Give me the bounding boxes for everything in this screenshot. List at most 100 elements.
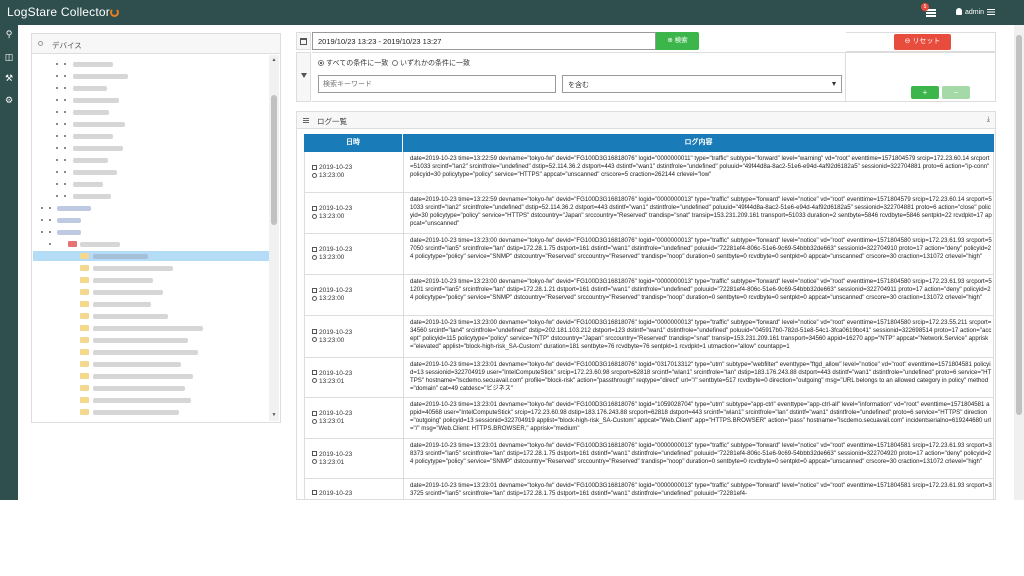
log-list-panel: ログ一覧 ⤓ 日時 ログ内容 2019-10-23 13:23:00 date=… xyxy=(296,111,996,500)
table-row[interactable]: 2019-10-23 13:23:00 date=2019-10-23 time… xyxy=(304,316,994,358)
row-datetime: 2019-10-23 13:23:01 xyxy=(305,358,404,397)
remove-condition-button[interactable]: − xyxy=(942,86,970,99)
tree-node[interactable] xyxy=(33,263,269,273)
tree-node[interactable] xyxy=(33,119,269,129)
tree-node[interactable] xyxy=(33,335,269,345)
tree-node[interactable] xyxy=(33,239,269,249)
row-date: 2019-10-23 xyxy=(319,410,353,417)
row-log-content: date=2019-10-23 time=13:23:01 devname="t… xyxy=(410,482,992,498)
tree-node[interactable] xyxy=(33,371,269,381)
tree-scroll-thumb[interactable] xyxy=(271,95,277,225)
table-row[interactable]: 2019-10-23 13:23:00 date=2019-10-23 time… xyxy=(304,193,994,234)
tree-node[interactable] xyxy=(33,299,269,309)
tree-node-selected[interactable] xyxy=(33,251,269,261)
table-row[interactable]: 2019-10-23 13:23:00 date=2019-10-23 time… xyxy=(304,234,994,275)
date-range-input[interactable]: 2019/10/23 13:23 - 2019/10/23 13:27 xyxy=(312,32,656,50)
table-row[interactable]: 2019-10-23 13:23:00 date=2019-10-23 time… xyxy=(304,152,994,193)
row-date: 2019-10-23 xyxy=(319,287,353,294)
row-date: 2019-10-23 xyxy=(319,450,353,458)
clock-icon xyxy=(312,254,317,260)
page-scrollbar[interactable] xyxy=(1014,25,1024,500)
tree-node[interactable] xyxy=(33,143,269,153)
tree-node[interactable] xyxy=(33,215,269,225)
tree-node[interactable] xyxy=(33,227,269,237)
table-row[interactable]: 2019-10-23 date=2019-10-23 time=13:23:01… xyxy=(304,479,994,499)
row-time: 13:23:00 xyxy=(319,295,345,302)
tree-node[interactable] xyxy=(33,83,269,93)
device-panel: デバイス ▲ ▼ xyxy=(31,33,281,423)
tree-node[interactable] xyxy=(33,191,269,201)
device-icon[interactable]: ◫ xyxy=(3,51,15,63)
scroll-down-icon[interactable]: ▼ xyxy=(271,412,277,418)
row-time: 13:23:00 xyxy=(319,254,345,261)
clock-icon xyxy=(312,459,317,464)
tree-node[interactable] xyxy=(33,359,269,369)
user-menu[interactable]: admin xyxy=(956,8,996,16)
list-icon xyxy=(926,9,936,17)
row-datetime: 2019-10-23 xyxy=(305,479,404,499)
row-time: 13:23:01 xyxy=(319,458,345,466)
row-date: 2019-10-23 xyxy=(319,164,353,171)
tree-node[interactable] xyxy=(33,311,269,321)
tree-node[interactable] xyxy=(33,203,269,213)
device-tree xyxy=(33,55,269,420)
calendar-icon xyxy=(312,287,317,293)
main-content: デバイス ▲ ▼ 2019/10/23 13:23 - 2019/10/23 1… xyxy=(18,25,1014,500)
tree-node[interactable] xyxy=(33,347,269,357)
search-button[interactable]: ⊕ 検索 xyxy=(656,32,699,50)
gears-icon[interactable]: ⚙ xyxy=(3,94,15,106)
funnel-icon xyxy=(301,73,307,78)
column-header-date[interactable]: 日時 xyxy=(304,134,403,152)
scroll-up-icon[interactable]: ▲ xyxy=(271,57,277,63)
tree-node[interactable] xyxy=(33,179,269,189)
row-time: 13:23:00 xyxy=(319,336,345,344)
match-all-radio[interactable]: すべての条件に一致 xyxy=(318,58,388,68)
keyword-input[interactable] xyxy=(318,75,556,93)
add-condition-button[interactable]: + xyxy=(911,86,939,99)
table-row[interactable]: 2019-10-23 13:23:01 date=2019-10-23 time… xyxy=(304,358,994,398)
calendar-icon xyxy=(312,370,317,375)
table-row[interactable]: 2019-10-23 13:23:00 date=2019-10-23 time… xyxy=(304,275,994,316)
clock-icon xyxy=(312,418,317,424)
calendar-icon xyxy=(312,451,317,456)
row-log-content: date=2019-10-23 time=13:23:00 devname="t… xyxy=(410,278,992,302)
operator-select[interactable]: を含む xyxy=(562,75,842,93)
calendar-icon xyxy=(300,38,307,45)
search-button-label: 検索 xyxy=(674,37,688,44)
column-header-log[interactable]: ログ内容 xyxy=(403,134,994,152)
tree-node[interactable] xyxy=(33,95,269,105)
tree-node[interactable] xyxy=(33,383,269,393)
top-bar: LogStare Collector 5 admin xyxy=(0,0,1024,25)
tree-node[interactable] xyxy=(33,275,269,285)
download-icon[interactable]: ⤓ xyxy=(987,116,990,124)
tree-node[interactable] xyxy=(33,131,269,141)
table-row[interactable]: 2019-10-23 13:23:01 date=2019-10-23 time… xyxy=(304,439,994,479)
search-icon[interactable]: ⚲ xyxy=(3,28,15,40)
tree-node[interactable] xyxy=(33,107,269,117)
notification-button[interactable]: 5 xyxy=(921,3,938,18)
page-scroll-thumb[interactable] xyxy=(1016,35,1022,415)
reset-button[interactable]: ⊖ リセット xyxy=(894,34,951,50)
tree-node[interactable] xyxy=(33,59,269,69)
tree-node[interactable] xyxy=(33,395,269,405)
log-list-title: ログ一覧 xyxy=(317,117,347,126)
radio-unchecked-icon xyxy=(392,60,398,66)
tree-node[interactable] xyxy=(33,71,269,81)
operator-value: を含む xyxy=(568,82,589,89)
table-row[interactable]: 2019-10-23 13:23:01 date=2019-10-23 time… xyxy=(304,398,994,439)
reset-button-label: リセット xyxy=(912,38,941,45)
row-time: 13:23:00 xyxy=(319,172,345,179)
table-header: 日時 ログ内容 xyxy=(304,134,994,152)
calendar-icon xyxy=(312,205,317,211)
row-time: 13:23:01 xyxy=(319,418,345,425)
tree-node[interactable] xyxy=(33,167,269,177)
match-any-radio[interactable]: いずれかの条件に一致 xyxy=(392,58,470,68)
tree-node[interactable] xyxy=(33,323,269,333)
wrench-icon[interactable]: ⚒ xyxy=(3,72,15,84)
tree-node[interactable] xyxy=(33,155,269,165)
tree-node[interactable] xyxy=(33,287,269,297)
tree-scrollbar[interactable]: ▲ ▼ xyxy=(269,55,279,421)
clock-icon xyxy=(312,337,317,342)
clock-icon xyxy=(312,295,317,301)
tree-node[interactable] xyxy=(33,407,269,417)
